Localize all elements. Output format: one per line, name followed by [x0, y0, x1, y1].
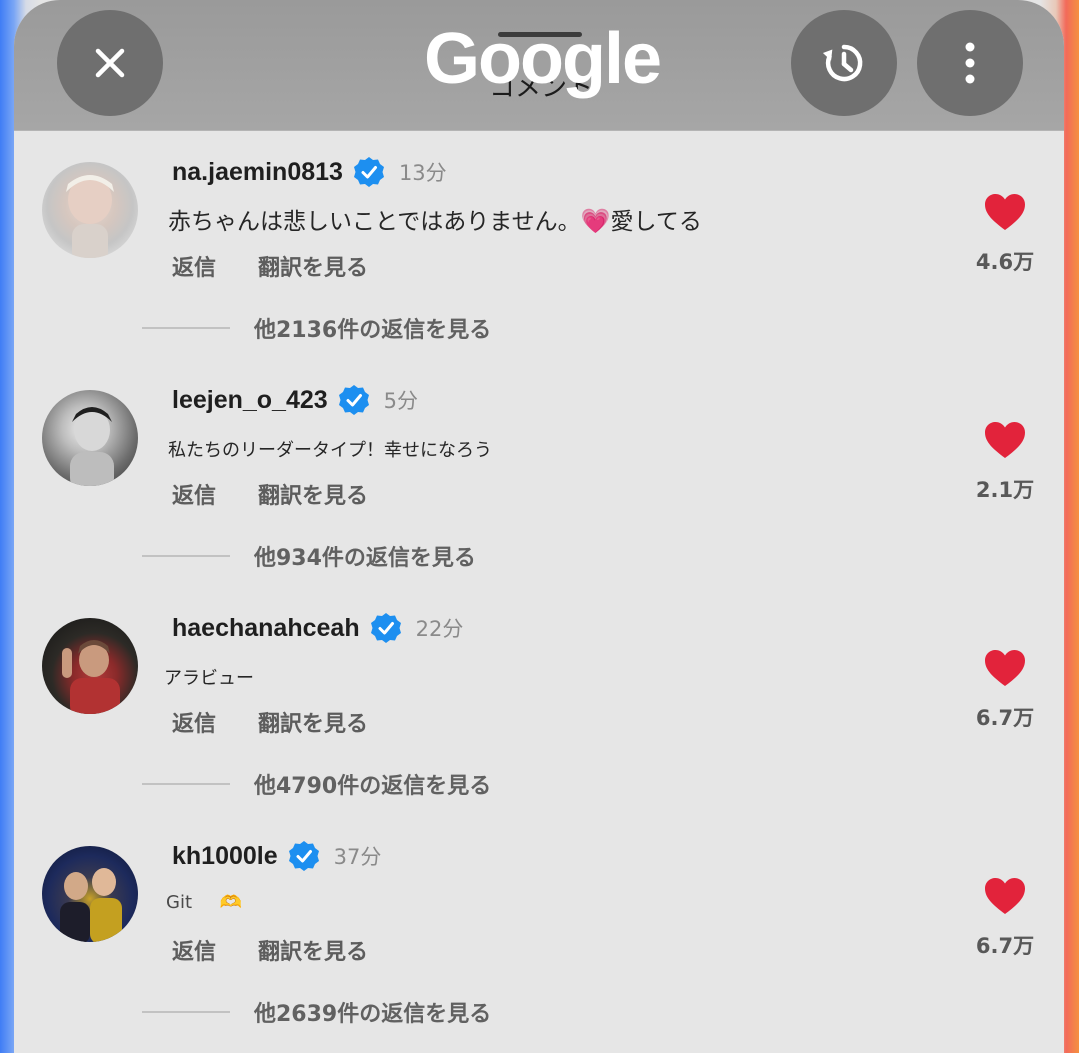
- divider-line: [142, 783, 230, 785]
- view-more-replies-label: 他2639件の返信を見る: [254, 1002, 492, 1027]
- reply-button[interactable]: 返信: [172, 250, 216, 282]
- view-more-replies-label: 他2136件の返信を見る: [254, 318, 492, 343]
- username[interactable]: kh1000le: [172, 842, 278, 871]
- divider-line: [142, 555, 230, 557]
- view-more-replies[interactable]: 他934件の返信を見る: [142, 540, 476, 572]
- heart-icon: [985, 878, 1025, 914]
- more-options-button[interactable]: [917, 10, 1023, 116]
- heart-icon: [985, 422, 1025, 458]
- comment-text: Git 🫶: [166, 892, 242, 913]
- history-icon: [822, 44, 863, 82]
- view-more-replies[interactable]: 他2639件の返信を見る: [142, 996, 491, 1028]
- like-count: 6.7万: [975, 706, 1035, 730]
- comments-sheet: コメント Google na.jaemin0813 13分 赤ちゃんは悲しいこと…: [14, 0, 1064, 1053]
- comment-item: haechanahceah 22分 アラビュー 返信 翻訳を見る 6.7万 他4…: [14, 606, 1064, 834]
- avatar[interactable]: [42, 846, 138, 942]
- history-button[interactable]: [791, 10, 897, 116]
- verified-badge-icon: [288, 841, 319, 871]
- heart-icon: [985, 194, 1025, 230]
- comment-text-after: 愛してる: [610, 209, 702, 235]
- view-more-replies-label: 他934件の返信を見る: [254, 546, 476, 571]
- comment-text: 赤ちゃんは悲しいことではありません。💗愛してる: [168, 202, 702, 236]
- username[interactable]: leejen_o_423: [172, 386, 328, 415]
- comment-time: 22分: [415, 617, 464, 641]
- like-button[interactable]: 6.7万: [972, 648, 1038, 732]
- username[interactable]: haechanahceah: [172, 614, 360, 643]
- more-vert-icon: [965, 42, 975, 84]
- comment-text-main: 私たちのリーダータイプ！幸せになろう: [168, 440, 492, 461]
- like-button[interactable]: 4.6万: [972, 192, 1038, 276]
- screen-frame: コメント Google na.jaemin0813 13分 赤ちゃんは悲しいこと…: [0, 0, 1079, 1053]
- comment-time: 37分: [333, 845, 382, 869]
- username-row: na.jaemin0813 13分: [172, 154, 447, 190]
- comment-text: アラビュー: [164, 664, 254, 690]
- avatar[interactable]: [42, 390, 138, 486]
- translate-button[interactable]: 翻訳を見る: [258, 706, 368, 738]
- username[interactable]: na.jaemin0813: [172, 158, 343, 187]
- comment-actions: 返信 翻訳を見る: [172, 934, 368, 966]
- comment-text-main: Git: [166, 892, 193, 913]
- comment-text: 私たちのリーダータイプ！幸せになろう: [168, 436, 492, 462]
- view-more-replies[interactable]: 他2136件の返信を見る: [142, 312, 491, 344]
- comment-actions: 返信 翻訳を見る: [172, 250, 368, 282]
- divider-line: [142, 1011, 230, 1013]
- comment-actions: 返信 翻訳を見る: [172, 706, 368, 738]
- top-bar: コメント Google: [14, 0, 1064, 131]
- avatar-photo: [62, 640, 120, 714]
- comment-actions: 返信 翻訳を見る: [172, 478, 368, 510]
- username-row: kh1000le 37分: [172, 838, 381, 874]
- like-count: 6.7万: [975, 934, 1035, 958]
- like-button[interactable]: 2.1万: [972, 420, 1038, 504]
- like-count: 2.1万: [975, 478, 1035, 502]
- translate-button[interactable]: 翻訳を見る: [258, 478, 368, 510]
- reply-button[interactable]: 返信: [172, 478, 216, 510]
- avatar-photo: [66, 175, 114, 258]
- like-button[interactable]: 6.7万: [972, 876, 1038, 960]
- avatar-photo: [60, 868, 122, 942]
- comment-item: na.jaemin0813 13分 赤ちゃんは悲しいことではありません。💗愛して…: [14, 150, 1064, 378]
- heart-emoji: 💗: [580, 207, 611, 235]
- close-button[interactable]: [57, 10, 163, 116]
- translate-button[interactable]: 翻訳を見る: [258, 934, 368, 966]
- divider-line: [142, 327, 230, 329]
- heart-hands-emoji: 🫶: [219, 892, 243, 913]
- view-more-replies-label: 他4790件の返信を見る: [254, 774, 492, 799]
- heart-icon: [985, 650, 1025, 686]
- avatar[interactable]: [42, 162, 138, 258]
- comment-item: leejen_o_423 5分 私たちのリーダータイプ！幸せになろう 返信 翻訳…: [14, 378, 1064, 606]
- username-row: leejen_o_423 5分: [172, 382, 418, 418]
- reply-button[interactable]: 返信: [172, 934, 216, 966]
- like-count: 4.6万: [975, 250, 1035, 274]
- comment-text-main: アラビュー: [164, 668, 254, 689]
- avatar[interactable]: [42, 618, 138, 714]
- verified-badge-icon: [338, 385, 369, 415]
- translate-button[interactable]: 翻訳を見る: [258, 250, 368, 282]
- reply-button[interactable]: 返信: [172, 706, 216, 738]
- comment-list: na.jaemin0813 13分 赤ちゃんは悲しいことではありません。💗愛して…: [14, 150, 1064, 1053]
- verified-badge-icon: [353, 157, 384, 187]
- view-more-replies[interactable]: 他4790件の返信を見る: [142, 768, 491, 800]
- avatar-photo: [70, 407, 114, 486]
- comment-text-main: 赤ちゃんは悲しいことではありません。: [168, 209, 581, 235]
- verified-badge-icon: [370, 613, 401, 643]
- comment-time: 13分: [398, 161, 447, 185]
- comment-time: 5分: [383, 389, 419, 413]
- comment-item: kh1000le 37分 Git 🫶 返信 翻訳を見る 6.7万 他2639件の…: [14, 834, 1064, 1053]
- username-row: haechanahceah 22分: [172, 610, 463, 646]
- google-logo: Google: [424, 19, 662, 99]
- close-icon: [95, 48, 125, 78]
